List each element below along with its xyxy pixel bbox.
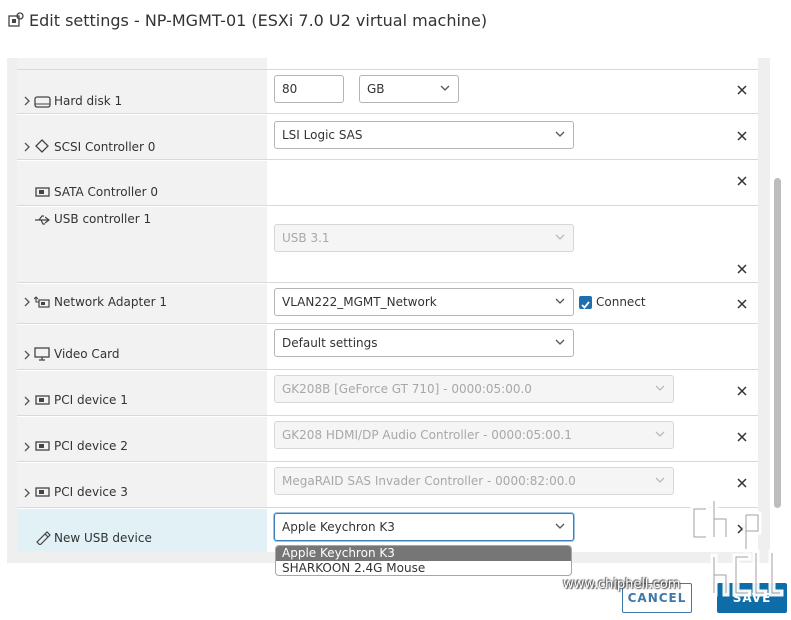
pci-card-icon: [35, 441, 50, 451]
scsi-controller-icon: [35, 139, 49, 153]
pci-device-2-value: GK208 HDMI/DP Audio Controller - 0000:05…: [282, 428, 572, 442]
sata-controller-icon: [35, 187, 50, 197]
disk-size-input[interactable]: 80: [274, 75, 344, 103]
row-sata-controller: SATA Controller 0: [17, 161, 758, 206]
close-icon[interactable]: [736, 431, 748, 443]
checkbox-checked-icon: [581, 301, 590, 309]
chevron-right-icon[interactable]: [22, 142, 32, 152]
chevron-right-icon[interactable]: [22, 297, 32, 307]
usb-device-dropdown-list[interactable]: Apple Keychron K3 SHARKOON 2.4G Mouse: [275, 545, 572, 576]
device-label: PCI device 3: [54, 485, 128, 499]
chevron-down-icon: [655, 431, 665, 437]
chevron-right-icon[interactable]: [22, 350, 32, 360]
dialog-title: Edit settings - NP-MGMT-01 (ESXi 7.0 U2 …: [29, 11, 488, 30]
close-icon[interactable]: [736, 298, 748, 310]
dropdown-option[interactable]: SHARKOON 2.4G Mouse: [276, 561, 571, 575]
vm-settings-icon: [8, 12, 24, 27]
disk-unit-value: GB: [367, 82, 385, 96]
scrollbar-thumb[interactable]: [774, 178, 781, 508]
close-icon[interactable]: [736, 263, 748, 275]
close-icon[interactable]: [736, 385, 748, 397]
device-label: Hard disk 1: [54, 94, 123, 108]
scsi-type-value: LSI Logic SAS: [282, 128, 363, 142]
device-label: SCSI Controller 0: [54, 140, 156, 154]
row-network-adapter: Network Adapter 1 VLAN222_MGMT_Network C…: [17, 284, 758, 324]
device-label: SATA Controller 0: [54, 185, 159, 199]
monitor-icon: [34, 347, 50, 361]
network-adapter-icon: [34, 296, 50, 308]
pci-device-2-select: GK208 HDMI/DP Audio Controller - 0000:05…: [274, 421, 674, 449]
video-card-value: Default settings: [282, 336, 378, 350]
usb-plug-icon: [36, 531, 51, 545]
chiphell-watermark-logo: [690, 497, 784, 597]
device-label: Video Card: [54, 347, 120, 361]
device-label: Network Adapter 1: [54, 295, 167, 309]
device-label: New USB device: [54, 531, 152, 545]
hard-disk-icon: [34, 96, 51, 108]
row-hard-disk: Hard disk 1 80 GB: [17, 58, 758, 114]
chevron-right-icon[interactable]: [22, 96, 32, 106]
device-label: PCI device 2: [54, 439, 128, 453]
chevron-down-icon: [655, 385, 665, 391]
row-usb-controller: USB controller 1 USB 3.1: [17, 207, 758, 283]
pci-card-icon: [35, 487, 50, 497]
row-pci-device-2: PCI device 2 GK208 HDMI/DP Audio Control…: [17, 417, 758, 462]
network-value: VLAN222_MGMT_Network: [282, 295, 437, 309]
row-pci-device-1: PCI device 1 GK208B [GeForce GT 710] - 0…: [17, 371, 758, 416]
pci-device-1-select: GK208B [GeForce GT 710] - 0000:05:00.0: [274, 375, 674, 403]
device-label: USB controller 1: [54, 212, 152, 226]
device-label: PCI device 1: [54, 393, 128, 407]
close-icon[interactable]: [736, 130, 748, 142]
watermark-url: www.chiphell.com: [563, 577, 681, 592]
chevron-right-icon[interactable]: [22, 442, 32, 452]
chevron-right-icon[interactable]: [22, 396, 32, 406]
connect-checkbox[interactable]: [579, 296, 592, 309]
pci-device-3-value: MegaRAID SAS Invader Controller - 0000:8…: [282, 474, 576, 488]
disk-unit-select[interactable]: GB: [359, 75, 459, 103]
network-select[interactable]: VLAN222_MGMT_Network: [274, 288, 574, 316]
chevron-down-icon: [555, 234, 565, 240]
new-usb-device-value: Apple Keychron K3: [282, 520, 395, 534]
virtual-hardware-list: Hard disk 1 80 GB SCSI Controller 0 LSI …: [17, 58, 758, 552]
pci-card-icon: [35, 395, 50, 405]
chevron-down-icon: [555, 131, 565, 137]
usb-icon: [35, 215, 50, 225]
close-icon[interactable]: [736, 175, 748, 187]
pci-device-1-value: GK208B [GeForce GT 710] - 0000:05:00.0: [282, 382, 532, 396]
row-scsi-controller: SCSI Controller 0 LSI Logic SAS: [17, 115, 758, 160]
chevron-down-icon: [555, 523, 565, 529]
chevron-right-icon[interactable]: [22, 488, 32, 498]
row-video-card: Video Card Default settings: [17, 325, 758, 370]
connect-label: Connect: [596, 295, 646, 309]
scsi-type-select[interactable]: LSI Logic SAS: [274, 121, 574, 149]
chevron-down-icon: [440, 85, 450, 91]
dropdown-option-selected[interactable]: Apple Keychron K3: [276, 546, 571, 561]
chevron-down-icon: [555, 339, 565, 345]
close-icon[interactable]: [736, 477, 748, 489]
chevron-down-icon: [655, 477, 665, 483]
chevron-down-icon: [555, 298, 565, 304]
new-usb-device-select[interactable]: Apple Keychron K3: [274, 513, 574, 541]
video-card-select[interactable]: Default settings: [274, 329, 574, 357]
dialog-header: Edit settings - NP-MGMT-01 (ESXi 7.0 U2 …: [0, 0, 791, 46]
close-icon[interactable]: [736, 84, 748, 96]
usb-controller-type-value: USB 3.1: [282, 231, 330, 245]
pci-device-3-select: MegaRAID SAS Invader Controller - 0000:8…: [274, 467, 674, 495]
usb-controller-type-select: USB 3.1: [274, 224, 574, 252]
row-pci-device-3: PCI device 3 MegaRAID SAS Invader Contro…: [17, 463, 758, 508]
